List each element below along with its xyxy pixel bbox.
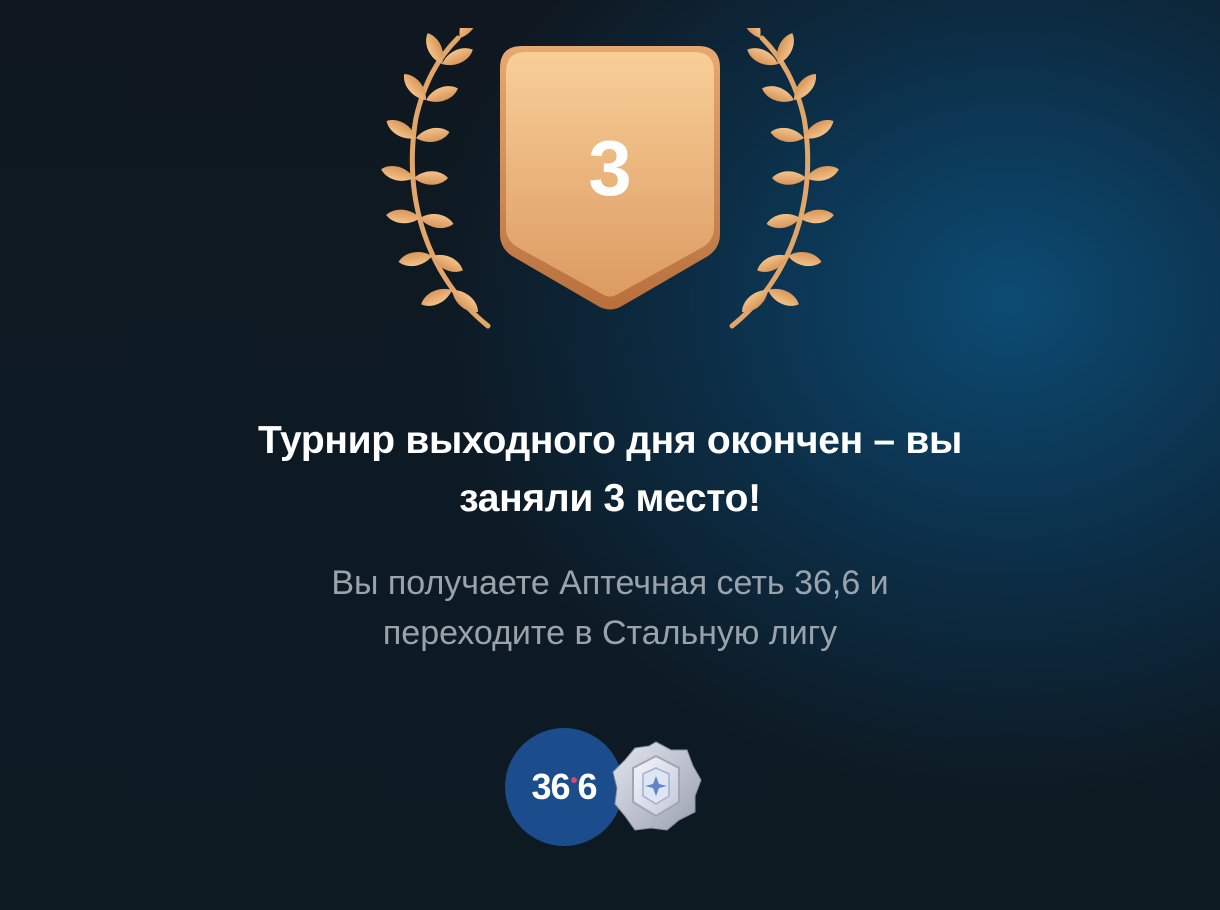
result-headline: Турнир выходного дня окончен – вы заняли… [160, 412, 1060, 528]
partner-logo-text-right: 6 [577, 766, 598, 807]
pharmacy-36-6-logo: 36•6 [505, 728, 623, 846]
subtext-line-2: переходите в Стальную лигу [382, 614, 838, 652]
partner-logo-dot: • [570, 770, 578, 792]
right-laurel-icon [729, 28, 840, 329]
subtext-line-1: Вы получаете Аптечная сеть 36,6 и [331, 564, 889, 602]
reward-screen: { "award": { "place_number": "3", "icon"… [0, 0, 1220, 910]
steel-league-badge-icon [612, 741, 702, 831]
headline-line-1: Турнир выходного дня окончен – вы [257, 419, 963, 462]
place-number: 3 [588, 124, 632, 212]
rewards-row: 36•6 [505, 726, 705, 850]
headline-line-2: заняли 3 место! [459, 477, 761, 520]
partner-logo-text: 36•6 [531, 766, 598, 808]
reward-description: Вы получаете Аптечная сеть 36,6 и перехо… [160, 558, 1060, 658]
left-laurel-icon [380, 28, 491, 329]
partner-logo-text-left: 36 [531, 766, 570, 807]
third-place-award: 3 [380, 28, 840, 338]
